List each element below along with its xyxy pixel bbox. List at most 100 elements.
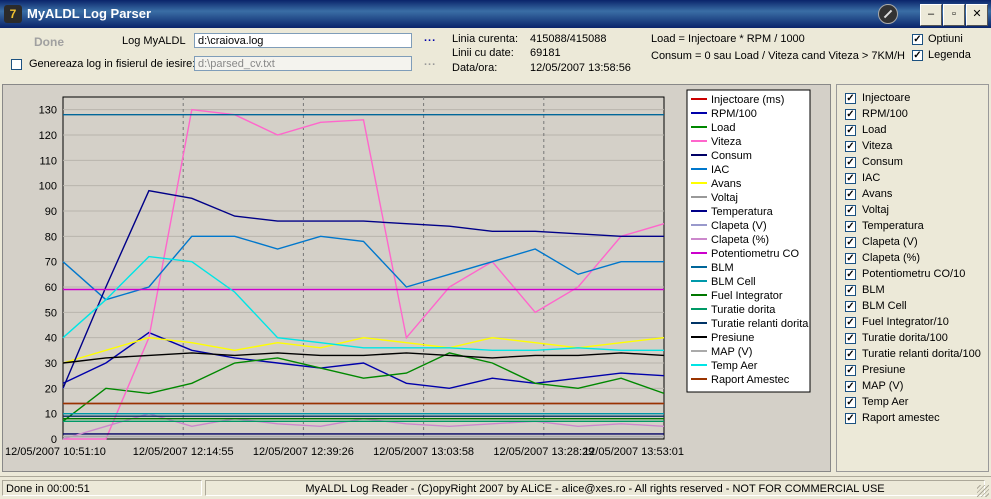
legend-label: Clapeta (V) [711, 220, 767, 232]
y-tick-label: 0 [51, 434, 57, 446]
series-checkbox[interactable]: ✓ [845, 189, 856, 200]
legend-label: Temperatura [711, 206, 774, 218]
series-toggle-label: RPM/100 [862, 108, 908, 120]
series-toggle-label: Presiune [862, 364, 906, 376]
window-title: MyALDL Log Parser [27, 6, 152, 21]
optiuni-checkbox[interactable]: ✓ [912, 34, 923, 45]
linia-value: 415088/415088 [530, 33, 607, 45]
series-checkbox[interactable]: ✓ [845, 285, 856, 296]
y-tick-label: 10 [45, 409, 57, 421]
output-path-input[interactable]: d:\parsed_cv.txt [194, 56, 412, 71]
generate-log-checkbox[interactable] [11, 59, 22, 70]
y-tick-label: 70 [45, 257, 57, 269]
series-checkbox[interactable]: ✓ [845, 157, 856, 168]
series-checkbox[interactable]: ✓ [845, 413, 856, 424]
series-checkbox[interactable]: ✓ [845, 173, 856, 184]
series-toggle-3[interactable]: ✓ Viteza [845, 139, 991, 155]
series-checkbox[interactable]: ✓ [845, 253, 856, 264]
series-toggle-2[interactable]: ✓ Load [845, 123, 991, 139]
close-button[interactable]: ✕ [966, 4, 988, 26]
x-tick-label: 12/05/2007 12:39:26 [253, 446, 354, 458]
series-toggle-18[interactable]: ✓ MAP (V) [845, 379, 991, 395]
series-toggle-16[interactable]: ✓ Turatie relanti dorita/100 [845, 347, 991, 363]
resize-grip[interactable] [977, 485, 989, 497]
series-toggle-label: Consum [862, 156, 903, 168]
legend-label: Voltaj [711, 192, 738, 204]
series-checkbox[interactable]: ✓ [845, 365, 856, 376]
series-toggle-5[interactable]: ✓ IAC [845, 171, 991, 187]
series-toggle-6[interactable]: ✓ Avans [845, 187, 991, 203]
linia-label: Linia curenta: [452, 33, 519, 45]
series-toggle-10[interactable]: ✓ Clapeta (%) [845, 251, 991, 267]
series-toggle-label: Temperatura [862, 220, 924, 232]
legend-label: Fuel Integrator [711, 290, 783, 302]
generate-log-label: Genereaza log in fisierul de iesire: [29, 58, 196, 70]
minimize-button[interactable]: – [920, 4, 942, 26]
chart-svg: 0 10 20 30 40 50 60 70 80 90 100 110 120 130 12/05/200… [5, 89, 811, 458]
series-toggle-19[interactable]: ✓ Temp Aer [845, 395, 991, 411]
title-bar[interactable]: 7 MyALDL Log Parser – ▫ ✕ [0, 0, 991, 28]
legend-label: Load [711, 122, 735, 134]
chart-area[interactable]: 0 10 20 30 40 50 60 70 80 90 100 110 120 130 12/05/200… [2, 84, 831, 472]
series-toggle-14[interactable]: ✓ Fuel Integrator/10 [845, 315, 991, 331]
series-toggle-13[interactable]: ✓ BLM Cell [845, 299, 991, 315]
formula-load: Load = Injectoare * RPM / 1000 [651, 33, 805, 45]
series-checkbox[interactable]: ✓ [845, 269, 856, 280]
y-tick-label: 90 [45, 206, 57, 218]
series-checkbox[interactable]: ✓ [845, 237, 856, 248]
series-toggle-12[interactable]: ✓ BLM [845, 283, 991, 299]
series-toggle-11[interactable]: ✓ Potentiometru CO/10 [845, 267, 991, 283]
status-bar: Done in 00:00:51 MyALDL Log Reader - (C)… [0, 476, 991, 499]
legend-label: Viteza [711, 136, 742, 148]
y-tick-label: 50 [45, 307, 57, 319]
series-toggle-label: Clapeta (%) [862, 252, 921, 264]
series-toggle-8[interactable]: ✓ Temperatura [845, 219, 991, 235]
series-checkbox[interactable]: ✓ [845, 141, 856, 152]
x-tick-label: 12/05/2007 13:28:29 [493, 446, 594, 458]
series-toggle-label: Clapeta (V) [862, 236, 918, 248]
status-elapsed: Done in 00:00:51 [2, 480, 202, 496]
series-checkbox[interactable]: ✓ [845, 333, 856, 344]
series-toggle-15[interactable]: ✓ Turatie dorita/100 [845, 331, 991, 347]
options-panel: Done Log MyALDL d:\craiova.log ... Gener… [0, 28, 991, 82]
legenda-checkbox[interactable]: ✓ [912, 50, 923, 61]
legend-label: Turatie relanti dorita [711, 318, 809, 330]
series-toggle-label: Voltaj [862, 204, 889, 216]
series-toggle-17[interactable]: ✓ Presiune [845, 363, 991, 379]
legend-label: IAC [711, 164, 729, 176]
status-copyright: MyALDL Log Reader - (C)opyRight 2007 by … [205, 480, 985, 496]
x-tick-label: 12/05/2007 13:53:01 [583, 446, 684, 458]
legend-label: Injectoare (ms) [711, 94, 784, 106]
series-toggle-9[interactable]: ✓ Clapeta (V) [845, 235, 991, 251]
series-checkbox[interactable]: ✓ [845, 109, 856, 120]
series-checkbox[interactable]: ✓ [845, 205, 856, 216]
series-checkbox[interactable]: ✓ [845, 349, 856, 360]
series-checkbox[interactable]: ✓ [845, 397, 856, 408]
series-toggle-label: Avans [862, 188, 893, 200]
legend-label: Raport Amestec [711, 374, 790, 386]
series-toggle-7[interactable]: ✓ Voltaj [845, 203, 991, 219]
series-toggle-label: Raport amestec [862, 412, 940, 424]
y-tick-label: 60 [45, 282, 57, 294]
browse-output-button[interactable]: ... [424, 56, 436, 68]
series-toggle-20[interactable]: ✓ Raport amestec [845, 411, 991, 427]
browse-log-button[interactable]: ... [424, 32, 436, 44]
log-label: Log MyALDL [122, 35, 186, 47]
series-checkbox[interactable]: ✓ [845, 125, 856, 136]
series-checkbox[interactable]: ✓ [845, 317, 856, 328]
series-toggle-0[interactable]: ✓ Injectoare [845, 91, 991, 107]
log-path-input[interactable]: d:\craiova.log [194, 33, 412, 48]
system-menu-icon[interactable] [878, 4, 898, 24]
series-checkbox[interactable]: ✓ [845, 381, 856, 392]
series-checkbox[interactable]: ✓ [845, 301, 856, 312]
series-checkbox[interactable]: ✓ [845, 93, 856, 104]
x-tick-label: 12/05/2007 12:14:55 [133, 446, 234, 458]
y-tick-label: 30 [45, 358, 57, 370]
y-tick-label: 130 [39, 105, 57, 117]
series-toggle-1[interactable]: ✓ RPM/100 [845, 107, 991, 123]
done-button[interactable]: Done [24, 33, 74, 51]
series-toggle-4[interactable]: ✓ Consum [845, 155, 991, 171]
series-checkbox[interactable]: ✓ [845, 221, 856, 232]
y-tick-label: 100 [39, 181, 57, 193]
maximize-button[interactable]: ▫ [943, 4, 965, 26]
